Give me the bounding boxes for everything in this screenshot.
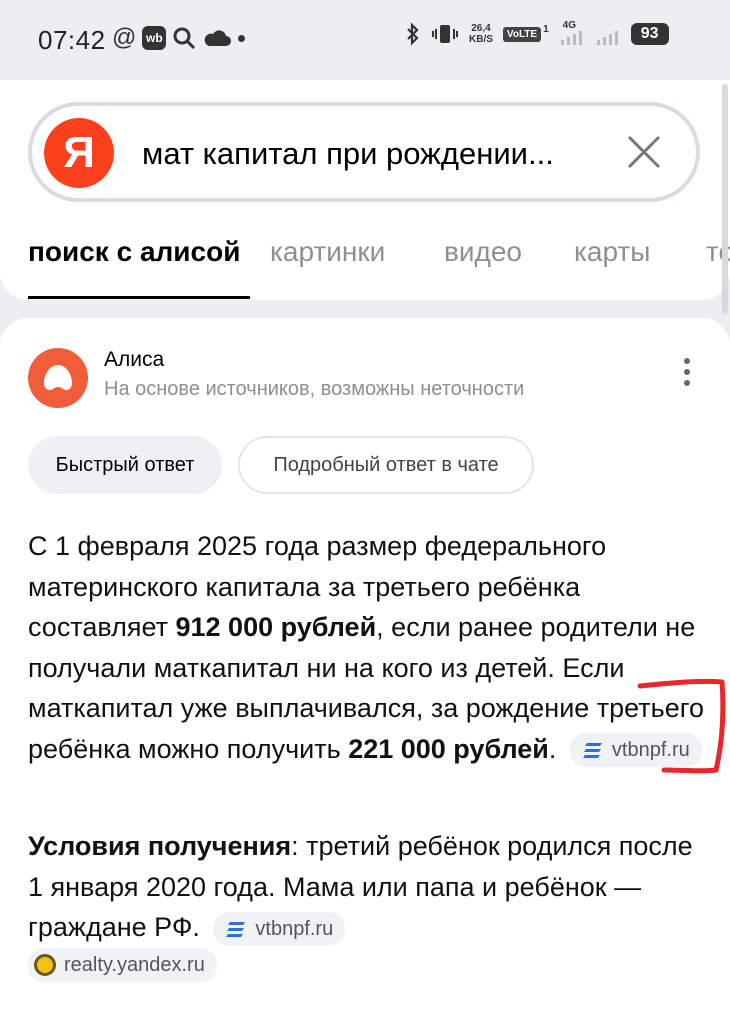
alice-name: Алиса	[104, 348, 165, 371]
close-icon[interactable]	[626, 134, 662, 170]
scrollbar[interactable]	[722, 84, 728, 314]
yandex-logo-icon[interactable]: Я	[44, 118, 114, 188]
answer-paragraph: С 1 февраля 2025 года размер федеральног…	[28, 526, 718, 769]
active-tab-indicator	[28, 296, 250, 299]
quick-answer-chip[interactable]: Быстрый ответ	[28, 436, 222, 494]
status-icons-right: 26,4 KB/S VoLTE 1 4G 93	[405, 20, 669, 46]
tab-maps[interactable]: карты	[574, 236, 650, 268]
bluetooth-icon	[407, 22, 419, 46]
realty-source-wrap: realty.yandex.ru	[28, 948, 217, 982]
alice-disclaimer: На основе источников, возможны неточност…	[104, 378, 525, 400]
conditions-paragraph: Условия получения: третий ребёнок родилс…	[28, 826, 708, 948]
tab-images[interactable]: картинки	[270, 236, 385, 268]
source-link[interactable]: realty.yandex.ru	[28, 948, 217, 982]
more-options-icon[interactable]	[672, 358, 702, 398]
source-link[interactable]: vtbnpf.ru	[213, 911, 346, 946]
net-speed-value: 26,4	[471, 23, 491, 34]
signal-1-icon: 4G	[559, 20, 585, 46]
volte-badge: VoLTE	[502, 26, 542, 42]
at-icon: @	[112, 24, 137, 51]
dot-icon	[238, 34, 246, 42]
tab-video[interactable]: видео	[444, 236, 522, 268]
alice-logo-icon	[28, 348, 88, 408]
status-bar: 07:42 @ wb 26,4 KB/S VoLTE 1 4G 93	[0, 0, 730, 80]
search-header: Я мат капитал при рождении... поиск с ал…	[0, 80, 730, 300]
net-speed: 26,4 KB/S	[469, 23, 493, 45]
tab-alice-search[interactable]: поиск с алисой	[28, 236, 240, 268]
conditions-heading: Условия получения	[28, 831, 292, 861]
answer-text: .	[548, 733, 557, 764]
battery-icon: 93	[630, 23, 669, 45]
net-speed-unit: KB/S	[469, 34, 493, 45]
signal-2-icon	[596, 31, 618, 45]
vibrate-icon	[432, 25, 458, 43]
status-icons-left: @ wb	[112, 24, 246, 52]
cloud-icon	[205, 30, 232, 46]
sim1-label: 1	[543, 23, 549, 35]
source-domain: realty.yandex.ru	[64, 953, 205, 976]
source-link[interactable]: vtbnpf.ru	[569, 733, 702, 768]
vtb-source-icon	[226, 921, 246, 937]
answer-amount-full: 912 000 рублей	[175, 612, 377, 642]
wb-app-icon: wb	[142, 26, 167, 50]
search-tabs: поиск с алисой картинки видео карты то	[0, 230, 730, 300]
search-input[interactable]: Я мат капитал при рождении...	[28, 102, 700, 202]
detailed-answer-chip[interactable]: Подробный ответ в чате	[238, 436, 534, 494]
source-domain: vtbnpf.ru	[611, 739, 690, 762]
clock: 07:42	[38, 25, 106, 55]
search-notification-icon	[173, 27, 196, 50]
answer-amount-reduced: 221 000 рублей	[348, 733, 549, 764]
search-query-text[interactable]: мат капитал при рождении...	[142, 136, 554, 172]
vtb-source-icon	[582, 743, 602, 759]
realty-source-icon	[34, 954, 56, 976]
source-domain: vtbnpf.ru	[255, 917, 334, 940]
alice-answer-card: Алиса На основе источников, возможны нет…	[0, 318, 730, 1018]
